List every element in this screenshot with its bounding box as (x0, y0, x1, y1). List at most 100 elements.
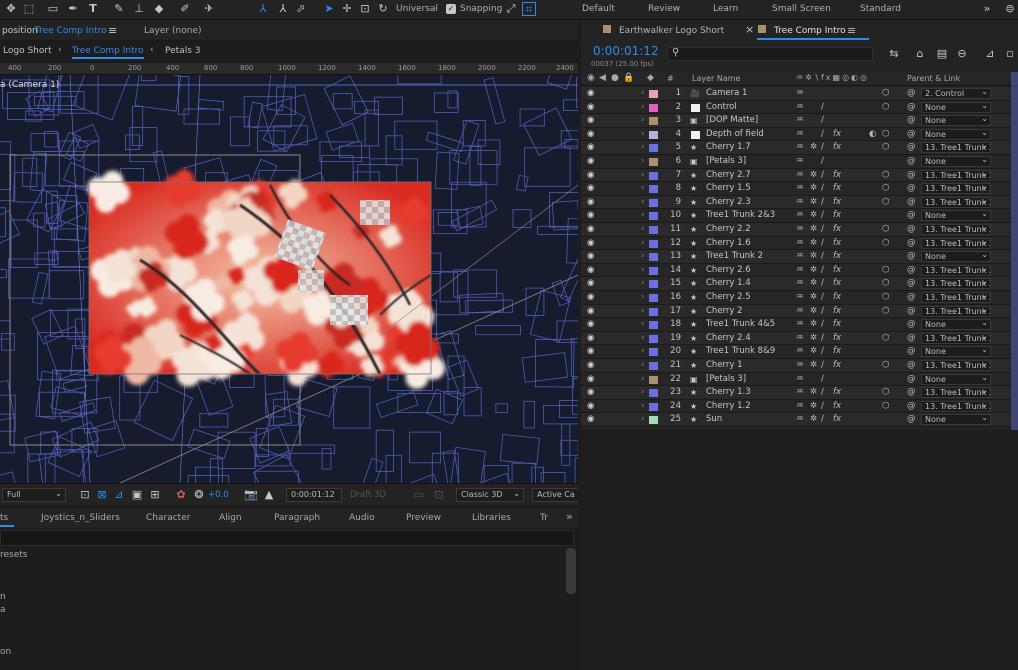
layer-name[interactable]: Cherry 2.4 (706, 332, 751, 346)
layer-row[interactable]: ◉ › 10 ★ Tree1 Trunk 2&3 ♒ ✲ ∕ fx @ None (581, 209, 1011, 223)
3d-layer-cube-icon[interactable]: ⬡ (882, 291, 889, 305)
eye-visibility-icon[interactable]: ◉ (587, 277, 594, 291)
pick-whip-icon[interactable]: @ (907, 345, 916, 359)
shy-switch-icon[interactable]: ♒ (796, 182, 804, 196)
shy-switch-icon[interactable]: ♒ (796, 386, 804, 400)
chevron-right-icon[interactable]: › (641, 209, 644, 223)
effects-switch-icon[interactable]: fx (833, 318, 841, 332)
pan-behind-icon[interactable]: ⊡ (358, 2, 372, 16)
quality-switch-icon[interactable]: ∕ (821, 141, 824, 155)
draft-3d-icon[interactable]: ⌂ (913, 47, 927, 61)
parent-dropdown[interactable]: 13. Tree1 Trunk 2 (921, 387, 991, 399)
layer-name[interactable]: Control (706, 101, 737, 115)
collapse-switch-icon[interactable]: ✲ (810, 237, 817, 251)
chevron-right-icon[interactable]: › (641, 277, 644, 291)
layer-row[interactable]: ◉ › 18 ★ Tree1 Trunk 4&5 ♒ ✲ ∕ fx @ None (581, 318, 1011, 332)
effects-switch-icon[interactable]: fx (833, 128, 841, 142)
layer-name[interactable]: Cherry 2 (706, 305, 743, 319)
workspace-small-screen[interactable]: Small Screen (772, 4, 831, 14)
layer-name[interactable]: Cherry 2.5 (706, 291, 751, 305)
tab-audio[interactable]: Audio (349, 513, 375, 523)
layer-name[interactable]: Cherry 1.2 (706, 400, 751, 414)
effects-switch-icon[interactable]: fx (833, 141, 841, 155)
3d-layer-cube-icon[interactable]: ⬡ (882, 332, 889, 346)
label-color-swatch[interactable] (649, 171, 658, 180)
tab-joystics-sliders[interactable]: Joystics_n_Sliders (41, 513, 120, 523)
pick-whip-icon[interactable]: @ (907, 169, 916, 183)
label-color-swatch[interactable] (649, 90, 658, 98)
layer-row[interactable]: ◉ › 11 ★ Cherry 2.2 ♒ ✲ ∕ fx ⬡ @13. Tree1 Trunk 2 (581, 223, 1011, 237)
pick-whip-icon[interactable]: @ (907, 305, 916, 319)
fast-previews-icon[interactable]: ⊡ (78, 488, 92, 502)
effects-switch-icon[interactable]: fx (833, 237, 841, 251)
pick-whip-icon[interactable]: @ (907, 141, 916, 155)
collapse-switch-icon[interactable]: ✲ (810, 291, 817, 305)
pick-whip-icon[interactable]: @ (907, 209, 916, 223)
parent-dropdown[interactable]: 13. Tree1 Trunk 2 (921, 169, 991, 181)
layer-name[interactable]: Tree1 Trunk 2 (706, 250, 763, 264)
3d-layer-cube-icon[interactable]: ⬡ (882, 87, 889, 101)
selection-tool-icon[interactable]: ➤ (322, 2, 336, 16)
quality-switch-icon[interactable]: ∕ (821, 386, 824, 400)
layer-name[interactable]: Cherry 1.4 (706, 277, 751, 291)
quality-switch-icon[interactable]: ∕ (821, 318, 824, 332)
panel-menu-icon[interactable]: ≡ (108, 24, 117, 37)
pick-whip-icon[interactable]: @ (907, 101, 916, 115)
eye-visibility-icon[interactable]: ◉ (587, 305, 594, 319)
axis-world-icon[interactable]: ⅄ (276, 2, 290, 16)
parent-dropdown[interactable]: 13. Tree1 Trunk 2 (921, 360, 991, 371)
shy-switch-icon[interactable]: ♒ (796, 87, 804, 101)
quality-switch-icon[interactable]: ∕ (821, 250, 824, 264)
label-color-swatch[interactable] (649, 198, 658, 207)
parent-dropdown[interactable]: None (921, 156, 991, 167)
label-color-swatch[interactable] (649, 253, 658, 262)
transparency-grid-icon[interactable]: ⊠ (95, 488, 109, 502)
rotate-tool-icon[interactable]: ↻ (376, 2, 390, 16)
rectangle-tool-icon[interactable]: ▭ (46, 2, 60, 16)
eye-visibility-icon[interactable]: ◉ (587, 141, 594, 155)
chevron-right-icon[interactable]: › (641, 196, 644, 210)
parent-dropdown[interactable]: 13. Tree1 Trunk 2 (921, 196, 991, 208)
chevron-right-icon[interactable]: › (641, 345, 644, 359)
label-color-swatch[interactable] (649, 266, 658, 275)
effects-switch-icon[interactable]: fx (833, 359, 841, 373)
layer-row[interactable]: ◉ › 6 ▣ [Petals 3] ♒ ∕ @ None (581, 155, 1011, 169)
chevron-right-icon[interactable]: › (641, 386, 644, 400)
list-item[interactable]: a (0, 605, 6, 615)
chevron-right-icon[interactable]: › (641, 141, 644, 155)
effects-switch-icon[interactable]: fx (833, 182, 841, 196)
layer-name[interactable]: Camera 1 (706, 87, 747, 101)
layer-row[interactable]: ◉ › 3 ▣ [DOP Matte] ♒ ∕ @ None (581, 114, 1011, 128)
pick-whip-icon[interactable]: @ (907, 318, 916, 332)
eye-visibility-icon[interactable]: ◉ (587, 223, 594, 237)
parent-dropdown[interactable]: 2. Control (921, 88, 991, 99)
eye-visibility-icon[interactable]: ◉ (587, 400, 594, 414)
collapse-switch-icon[interactable]: ✲ (810, 250, 817, 264)
tab-earthwalker-logo-short[interactable]: Earthwalker Logo Short (619, 26, 724, 36)
parent-dropdown[interactable]: None (921, 210, 991, 222)
shy-switch-icon[interactable]: ♒ (796, 318, 804, 332)
label-color-swatch[interactable] (649, 321, 658, 330)
tab-tracker[interactable]: Tr (540, 513, 548, 523)
collapse-switch-icon[interactable]: ✲ (810, 196, 817, 210)
eye-visibility-icon[interactable]: ◉ (587, 237, 594, 251)
exposure-value[interactable]: +0.0 (208, 490, 229, 500)
extended-viewer-icon[interactable]: ▭ (412, 488, 426, 502)
quality-switch-icon[interactable]: ∕ (821, 155, 824, 169)
layer-row[interactable]: ◉ › 20 ★ Tree1 Trunk 8&9 ♒ ✲ ∕ fx @ None (581, 345, 1011, 359)
effects-switch-icon[interactable]: fx (833, 332, 841, 346)
quality-switch-icon[interactable]: ∕ (821, 209, 824, 223)
layer-row[interactable]: ◉ › 25 ★ Sun ♒ ✲ ∕ fx @ None (581, 413, 1011, 427)
quality-switch-icon[interactable]: ∕ (821, 400, 824, 414)
chevron-right-icon[interactable]: › (641, 223, 644, 237)
layer-name[interactable]: Sun (706, 413, 722, 427)
snap-options-icon[interactable]: ⤢ (504, 2, 518, 16)
chevron-right-icon[interactable]: › (641, 264, 644, 278)
pick-whip-icon[interactable]: @ (907, 114, 916, 128)
chevron-right-icon[interactable]: › (641, 400, 644, 414)
eye-visibility-icon[interactable]: ◉ (587, 264, 594, 278)
eye-visibility-icon[interactable]: ◉ (587, 182, 594, 196)
label-color-swatch[interactable] (649, 402, 658, 411)
layer-row[interactable]: ◉ › 4 Depth of field ♒ ∕ fx ◐ ⬡ @ None (581, 127, 1011, 142)
3d-layer-cube-icon[interactable]: ⬡ (882, 400, 889, 414)
